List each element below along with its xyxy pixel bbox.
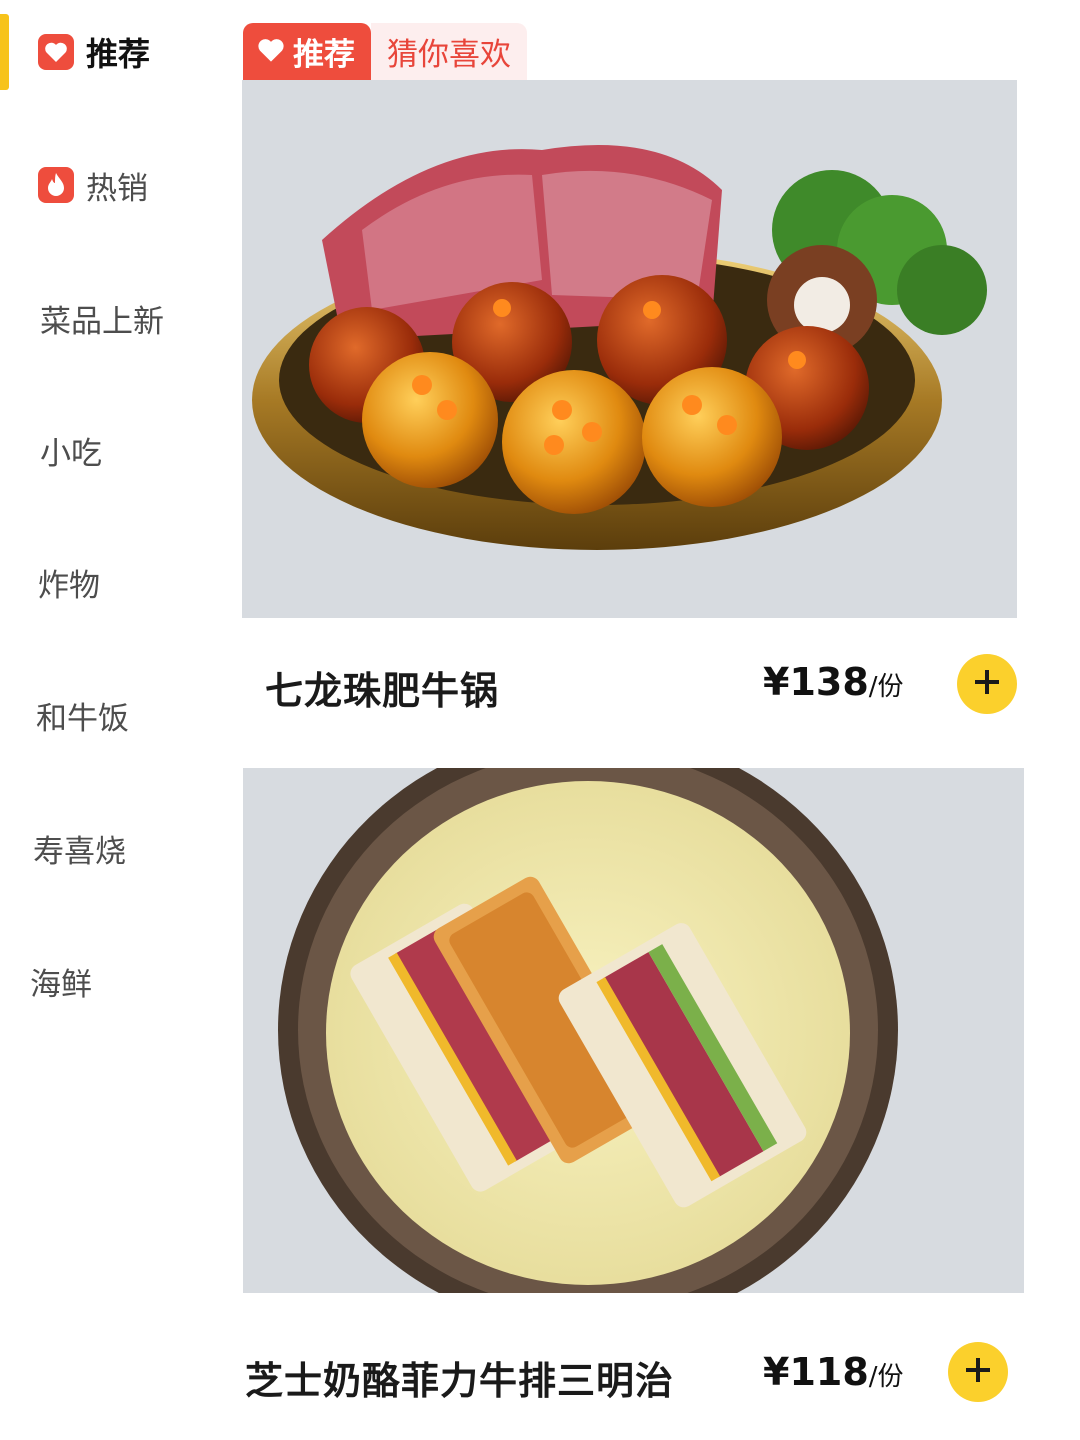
category-sidebar: 推荐 热销 菜品上新 小吃 炸物 和牛饭 寿喜烧 海鲜 xyxy=(0,0,215,1440)
product-name: 七龙珠肥牛锅 xyxy=(265,669,500,713)
add-to-cart-button[interactable] xyxy=(957,654,1017,714)
sidebar-item-seafood[interactable]: 海鲜 xyxy=(30,951,92,1011)
flame-icon xyxy=(38,167,74,203)
tab-guess-you-like[interactable]: 猜你喜欢 xyxy=(371,23,527,80)
active-indicator xyxy=(0,14,9,90)
sidebar-item-label: 海鲜 xyxy=(30,966,92,1003)
price-unit: /份 xyxy=(868,1362,904,1392)
top-tabs: 推荐 猜你喜欢 xyxy=(243,23,527,80)
sidebar-item-label: 热销 xyxy=(86,170,148,207)
sidebar-item-fried[interactable]: 炸物 xyxy=(38,552,100,612)
sidebar-item-label: 和牛饭 xyxy=(36,700,129,737)
add-to-cart-button[interactable] xyxy=(948,1342,1008,1402)
price-unit: /份 xyxy=(868,672,904,702)
sidebar-item-label: 推荐 xyxy=(86,35,151,73)
product-price: ¥138/份 xyxy=(763,660,904,704)
sidebar-item-snacks[interactable]: 小吃 xyxy=(40,420,102,480)
product-name: 芝士奶酪菲力牛排三明治 xyxy=(245,1359,675,1403)
sidebar-item-label: 寿喜烧 xyxy=(33,833,126,870)
heart-icon xyxy=(38,34,74,70)
sidebar-item-sukiyaki[interactable]: 寿喜烧 xyxy=(33,818,126,878)
sidebar-item-label: 菜品上新 xyxy=(40,303,164,340)
sidebar-item-new[interactable]: 菜品上新 xyxy=(40,288,164,348)
tab-recommend-label: 推荐 xyxy=(293,37,355,73)
plus-icon xyxy=(964,1356,992,1388)
plus-icon xyxy=(973,668,1001,700)
dragon-ball-beef-hotpot-photo[interactable] xyxy=(242,80,1017,618)
product-price: ¥118/份 xyxy=(763,1350,904,1394)
sidebar-item-label: 炸物 xyxy=(38,567,100,604)
sidebar-item-label: 小吃 xyxy=(40,435,102,472)
tab-recommend[interactable]: 推荐 xyxy=(243,23,371,80)
price-amount: ¥118 xyxy=(763,1350,869,1394)
heart-icon xyxy=(257,37,285,67)
sidebar-item-wagyu-rice[interactable]: 和牛饭 xyxy=(36,685,129,745)
sidebar-item-hot[interactable]: 热销 xyxy=(38,155,148,215)
cheese-fillet-steak-sandwich-photo[interactable] xyxy=(243,768,1024,1293)
tab-guess-label: 猜你喜欢 xyxy=(387,37,511,73)
sidebar-item-recommend[interactable]: 推荐 xyxy=(38,22,150,82)
price-amount: ¥138 xyxy=(763,660,869,704)
